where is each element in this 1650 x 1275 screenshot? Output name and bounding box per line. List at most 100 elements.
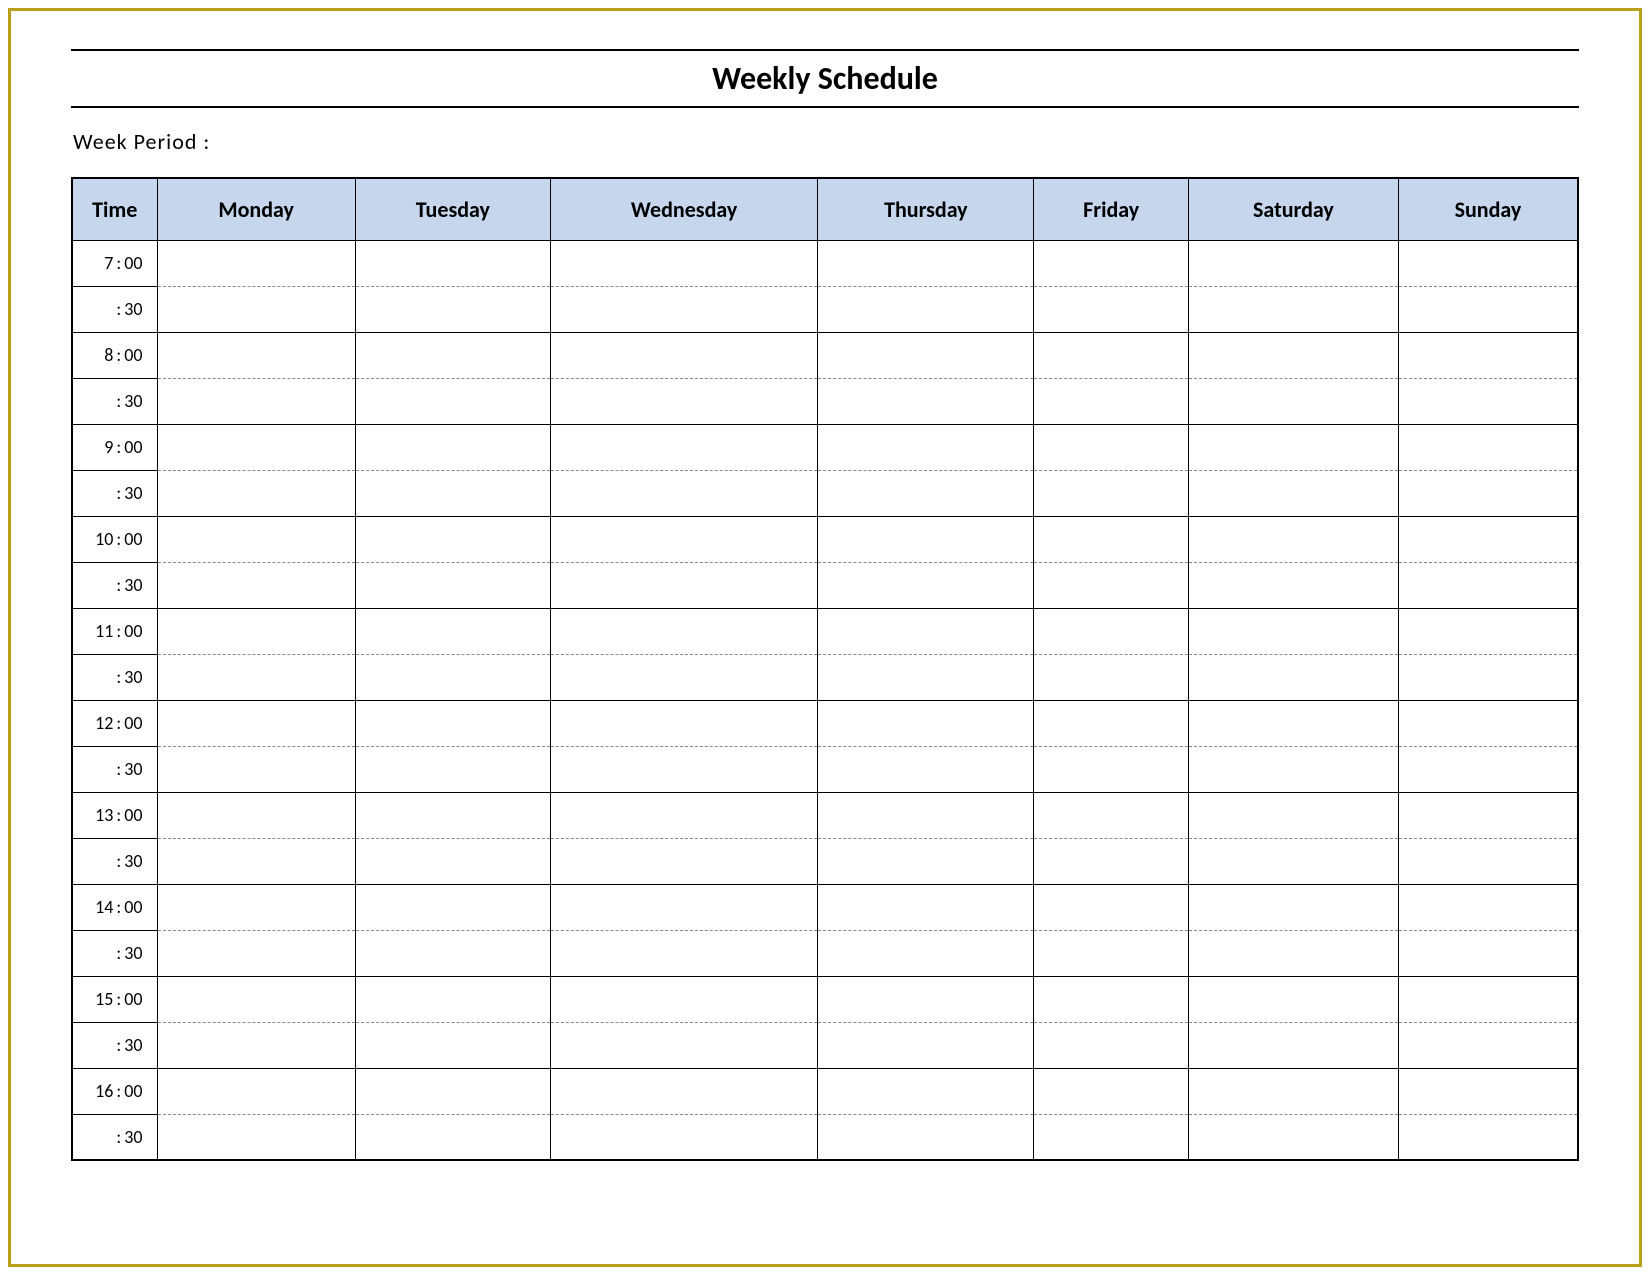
schedule-cell[interactable] (355, 608, 550, 654)
schedule-cell[interactable] (1398, 700, 1578, 746)
schedule-cell[interactable] (157, 700, 355, 746)
schedule-cell[interactable] (1034, 1114, 1189, 1160)
schedule-cell[interactable] (1188, 792, 1398, 838)
schedule-cell[interactable] (355, 378, 550, 424)
schedule-cell[interactable] (1188, 240, 1398, 286)
schedule-cell[interactable] (1398, 470, 1578, 516)
schedule-cell[interactable] (1398, 562, 1578, 608)
schedule-cell[interactable] (1034, 378, 1189, 424)
schedule-cell[interactable] (355, 884, 550, 930)
schedule-cell[interactable] (355, 332, 550, 378)
schedule-cell[interactable] (157, 516, 355, 562)
schedule-cell[interactable] (550, 470, 817, 516)
schedule-cell[interactable] (550, 792, 817, 838)
schedule-cell[interactable] (818, 792, 1034, 838)
schedule-cell[interactable] (355, 976, 550, 1022)
schedule-cell[interactable] (1398, 378, 1578, 424)
schedule-cell[interactable] (1188, 654, 1398, 700)
schedule-cell[interactable] (1188, 608, 1398, 654)
schedule-cell[interactable] (355, 700, 550, 746)
schedule-cell[interactable] (1188, 516, 1398, 562)
schedule-cell[interactable] (550, 654, 817, 700)
schedule-cell[interactable] (550, 838, 817, 884)
schedule-cell[interactable] (1398, 332, 1578, 378)
schedule-cell[interactable] (550, 562, 817, 608)
schedule-cell[interactable] (157, 240, 355, 286)
schedule-cell[interactable] (1034, 654, 1189, 700)
schedule-cell[interactable] (157, 424, 355, 470)
schedule-cell[interactable] (550, 746, 817, 792)
schedule-cell[interactable] (355, 792, 550, 838)
schedule-cell[interactable] (818, 286, 1034, 332)
schedule-cell[interactable] (157, 332, 355, 378)
schedule-cell[interactable] (1188, 930, 1398, 976)
schedule-cell[interactable] (355, 240, 550, 286)
schedule-cell[interactable] (1034, 286, 1189, 332)
schedule-cell[interactable] (550, 884, 817, 930)
schedule-cell[interactable] (1034, 884, 1189, 930)
schedule-cell[interactable] (1034, 470, 1189, 516)
schedule-cell[interactable] (550, 378, 817, 424)
schedule-cell[interactable] (818, 1114, 1034, 1160)
schedule-cell[interactable] (550, 516, 817, 562)
schedule-cell[interactable] (1188, 1114, 1398, 1160)
schedule-cell[interactable] (1188, 838, 1398, 884)
schedule-cell[interactable] (157, 470, 355, 516)
schedule-cell[interactable] (1398, 608, 1578, 654)
schedule-cell[interactable] (1398, 930, 1578, 976)
schedule-cell[interactable] (157, 792, 355, 838)
schedule-cell[interactable] (1188, 424, 1398, 470)
schedule-cell[interactable] (1034, 332, 1189, 378)
schedule-cell[interactable] (355, 654, 550, 700)
schedule-cell[interactable] (550, 976, 817, 1022)
schedule-cell[interactable] (1398, 838, 1578, 884)
schedule-cell[interactable] (1398, 516, 1578, 562)
schedule-cell[interactable] (1034, 700, 1189, 746)
schedule-cell[interactable] (818, 654, 1034, 700)
schedule-cell[interactable] (157, 1114, 355, 1160)
schedule-cell[interactable] (355, 838, 550, 884)
schedule-cell[interactable] (550, 930, 817, 976)
schedule-cell[interactable] (550, 700, 817, 746)
schedule-cell[interactable] (1398, 424, 1578, 470)
schedule-cell[interactable] (818, 470, 1034, 516)
schedule-cell[interactable] (1398, 746, 1578, 792)
schedule-cell[interactable] (1188, 976, 1398, 1022)
schedule-cell[interactable] (355, 286, 550, 332)
schedule-cell[interactable] (1398, 884, 1578, 930)
schedule-cell[interactable] (550, 286, 817, 332)
schedule-cell[interactable] (818, 516, 1034, 562)
schedule-cell[interactable] (1398, 976, 1578, 1022)
schedule-cell[interactable] (1398, 240, 1578, 286)
schedule-cell[interactable] (1188, 1022, 1398, 1068)
schedule-cell[interactable] (1188, 1068, 1398, 1114)
schedule-cell[interactable] (1034, 516, 1189, 562)
schedule-cell[interactable] (818, 378, 1034, 424)
schedule-cell[interactable] (1034, 930, 1189, 976)
schedule-cell[interactable] (550, 1022, 817, 1068)
schedule-cell[interactable] (818, 838, 1034, 884)
schedule-cell[interactable] (157, 654, 355, 700)
schedule-cell[interactable] (1034, 608, 1189, 654)
schedule-cell[interactable] (1398, 1114, 1578, 1160)
schedule-cell[interactable] (355, 562, 550, 608)
schedule-cell[interactable] (818, 1068, 1034, 1114)
schedule-cell[interactable] (1398, 654, 1578, 700)
schedule-cell[interactable] (818, 976, 1034, 1022)
schedule-cell[interactable] (355, 516, 550, 562)
schedule-cell[interactable] (157, 378, 355, 424)
schedule-cell[interactable] (1034, 1068, 1189, 1114)
schedule-cell[interactable] (157, 976, 355, 1022)
schedule-cell[interactable] (157, 838, 355, 884)
schedule-cell[interactable] (1188, 746, 1398, 792)
schedule-cell[interactable] (157, 746, 355, 792)
schedule-cell[interactable] (1188, 700, 1398, 746)
schedule-cell[interactable] (355, 1114, 550, 1160)
schedule-cell[interactable] (355, 930, 550, 976)
schedule-cell[interactable] (1188, 470, 1398, 516)
schedule-cell[interactable] (1034, 1022, 1189, 1068)
schedule-cell[interactable] (1188, 332, 1398, 378)
schedule-cell[interactable] (1034, 838, 1189, 884)
schedule-cell[interactable] (818, 332, 1034, 378)
schedule-cell[interactable] (1034, 562, 1189, 608)
